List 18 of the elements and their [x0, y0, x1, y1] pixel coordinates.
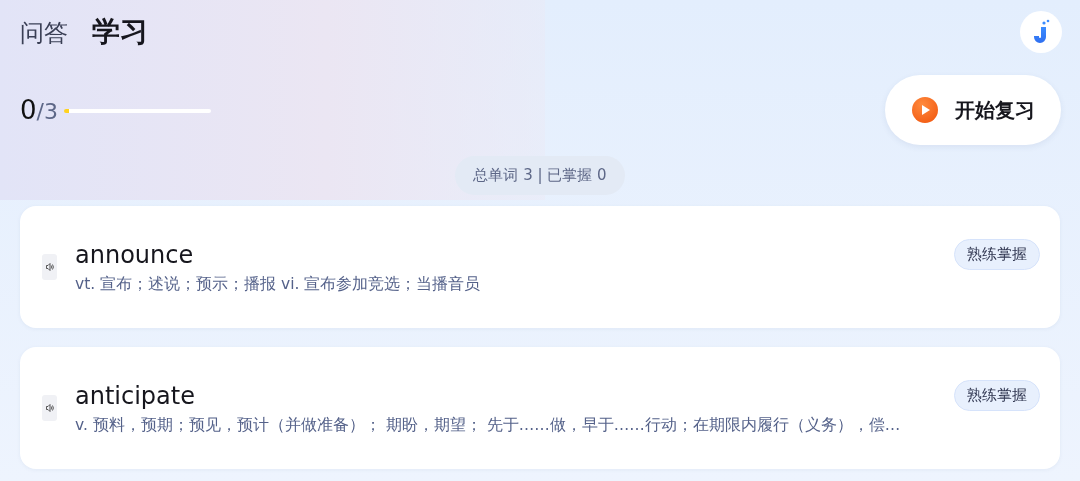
- word-text: anticipate: [75, 381, 195, 410]
- tab[interactable]: 问答: [20, 17, 68, 49]
- start-review-button[interactable]: 开始复习: [885, 75, 1061, 145]
- word-card[interactable]: announce 熟练掌握 vt. 宣布；述说；预示；播报 vi. 宣布参加竞选；当播音员: [20, 206, 1060, 328]
- progress-total: /3: [36, 99, 58, 124]
- speaker-icon[interactable]: [42, 254, 57, 280]
- speaker-icon[interactable]: [42, 395, 57, 421]
- word-definition: v. 预料，预期；预见，预计（并做准备）； 期盼，期望； 先于……做，早于……行动；在期限内履行（义务），偿…: [75, 415, 902, 436]
- word-card[interactable]: anticipate 熟练掌握 v. 预料，预期；预见，预计（并做准备）； 期盼，期望； 先于……做，早于……行动；在期限内履行（义务），偿…: [20, 347, 1060, 469]
- mastered-tag[interactable]: 熟练掌握: [954, 380, 1040, 411]
- word-text: announce: [75, 240, 194, 269]
- progress-count: 0: [20, 95, 37, 125]
- word-stats: 总单词 3 | 已掌握 0: [455, 156, 625, 195]
- word-definition: vt. 宣布；述说；预示；播报 vi. 宣布参加竞选；当播音员: [75, 274, 482, 295]
- play-icon: [911, 96, 939, 124]
- app-logo-icon[interactable]: [1020, 11, 1062, 53]
- tab[interactable]: 学习: [92, 13, 148, 51]
- mastered-tag[interactable]: 熟练掌握: [954, 239, 1040, 270]
